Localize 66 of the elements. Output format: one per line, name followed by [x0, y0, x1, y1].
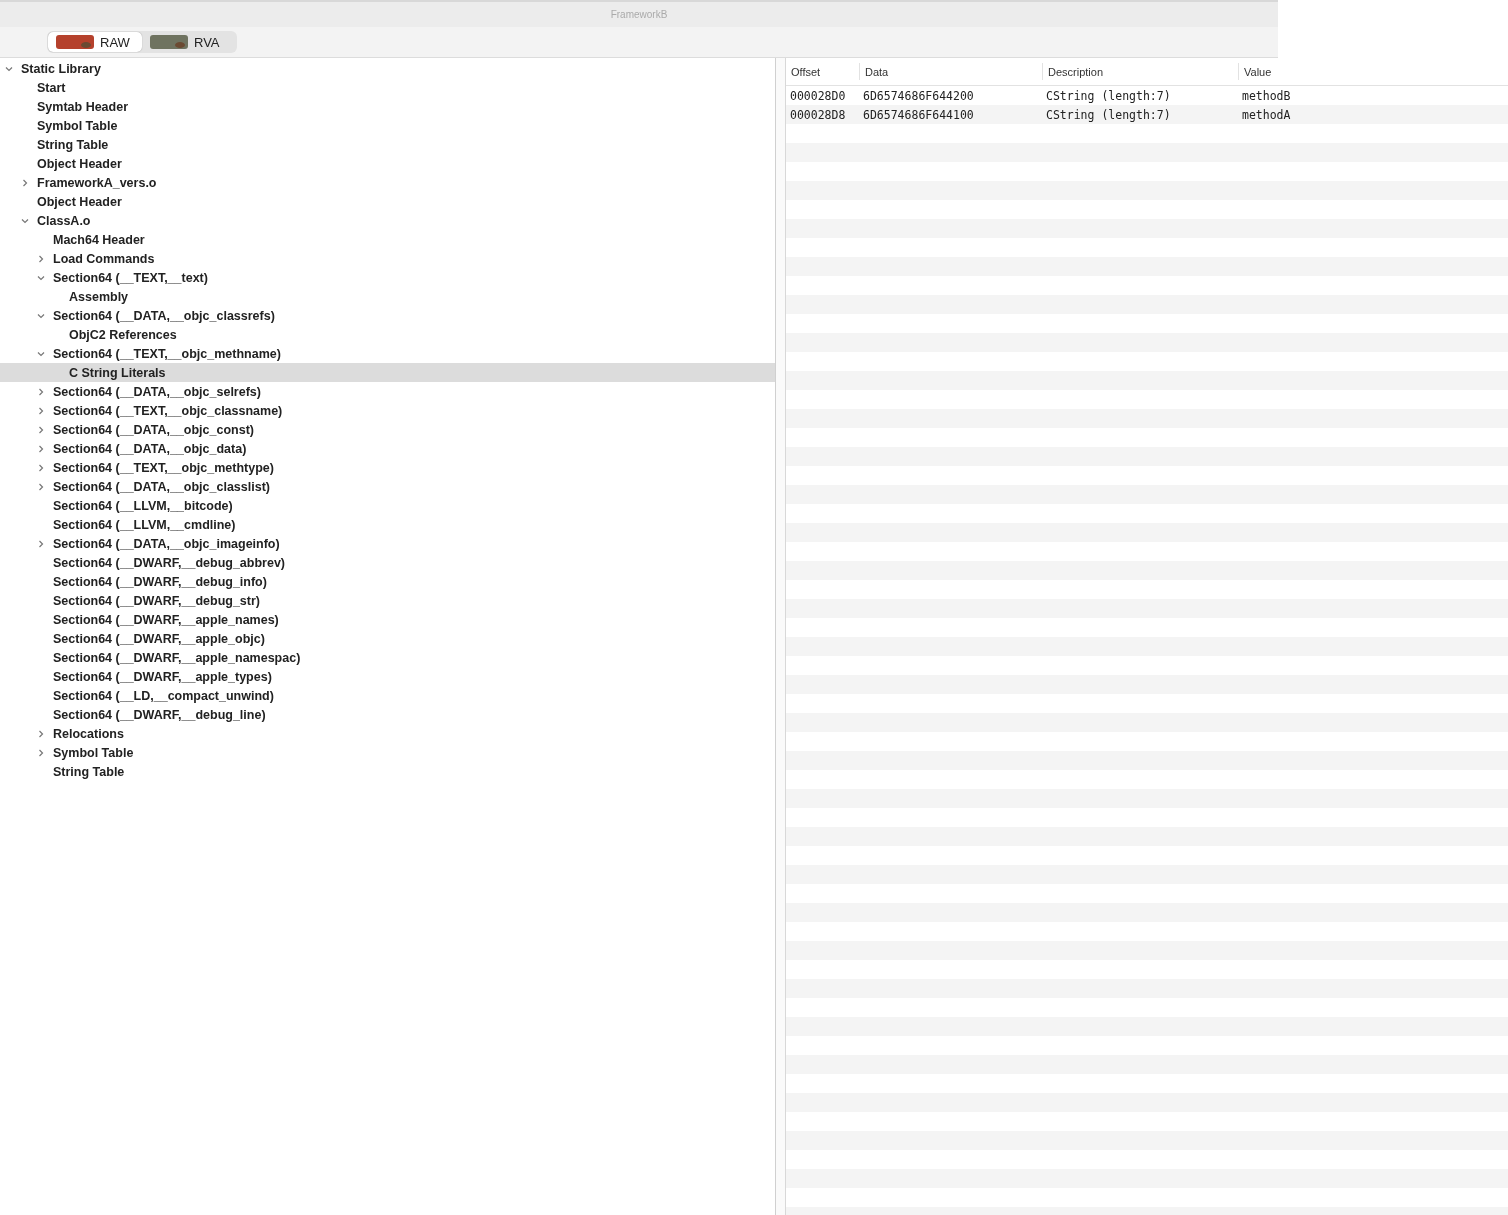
- segment-button[interactable]: RVA: [142, 32, 236, 52]
- tree-row[interactable]: Symtab Header: [0, 97, 775, 116]
- tree-row[interactable]: Section64 (__DWARF,__apple_objc): [0, 629, 775, 648]
- tree-row[interactable]: Section64 (__DWARF,__apple_types): [0, 667, 775, 686]
- tree-row[interactable]: Section64 (__DWARF,__debug_info): [0, 572, 775, 591]
- tree-row[interactable]: Section64 (__TEXT,__objc_methname): [0, 344, 775, 363]
- column-header[interactable]: Description: [1042, 63, 1238, 80]
- tree-row[interactable]: String Table: [0, 135, 775, 154]
- chevron-right-icon[interactable]: [36, 253, 46, 264]
- tree-row[interactable]: Section64 (__DATA,__objc_selrefs): [0, 382, 775, 401]
- segment-button[interactable]: RAW: [48, 32, 142, 52]
- chevron-right-icon[interactable]: [36, 747, 46, 758]
- tree-row[interactable]: FrameworkA_vers.o: [0, 173, 775, 192]
- tree-row[interactable]: Mach64 Header: [0, 230, 775, 249]
- chevron-right-icon[interactable]: [36, 728, 46, 739]
- tree-row[interactable]: Start: [0, 78, 775, 97]
- tree-row[interactable]: Assembly: [0, 287, 775, 306]
- tree-row[interactable]: Section64 (__LLVM,__cmdline): [0, 515, 775, 534]
- chevron-right-icon[interactable]: [36, 462, 46, 473]
- tree-row[interactable]: Section64 (__DWARF,__apple_namespac): [0, 648, 775, 667]
- table-cell-text: 000028D8: [789, 107, 847, 122]
- table-cell-text: CString (length:7): [1045, 88, 1172, 103]
- thumbnail-icon: [150, 35, 188, 49]
- tree-row[interactable]: Section64 (__TEXT,__objc_methtype): [0, 458, 775, 477]
- tree-row[interactable]: ObjC2 References: [0, 325, 775, 344]
- tree-row[interactable]: Section64 (__TEXT,__objc_classname): [0, 401, 775, 420]
- tree-row[interactable]: Object Header: [0, 192, 775, 211]
- chevron-right-icon[interactable]: [36, 443, 46, 454]
- tree-row[interactable]: Section64 (__DWARF,__debug_abbrev): [0, 553, 775, 572]
- thumbnail-icon: [56, 35, 94, 49]
- tree-row[interactable]: String Table: [0, 762, 775, 781]
- column-header[interactable]: Value: [1238, 63, 1508, 80]
- tree-row[interactable]: Section64 (__TEXT,__text): [0, 268, 775, 287]
- tree-row[interactable]: Section64 (__DATA,__objc_imageinfo): [0, 534, 775, 553]
- chevron-right-icon[interactable]: [36, 538, 46, 549]
- table-cell-text: 000028D0: [789, 88, 847, 103]
- tree-row[interactable]: Static Library: [0, 59, 775, 78]
- table-cell-text: 6D6574686F644200: [862, 88, 975, 103]
- chevron-right-icon[interactable]: [36, 424, 46, 435]
- tree-row[interactable]: ClassA.o: [0, 211, 775, 230]
- table-cell-text: 6D6574686F644100: [862, 107, 975, 122]
- window-title: FrameworkB: [610, 9, 668, 20]
- column-header[interactable]: Offset: [786, 63, 859, 80]
- tree-row[interactable]: Section64 (__DWARF,__debug_line): [0, 705, 775, 724]
- tree-row[interactable]: Section64 (__DATA,__objc_data): [0, 439, 775, 458]
- table-cell-text: methodA: [1241, 107, 1292, 122]
- tree-row[interactable]: Object Header: [0, 154, 775, 173]
- chevron-right-icon[interactable]: [36, 386, 46, 397]
- tree-row[interactable]: Load Commands: [0, 249, 775, 268]
- tree-row[interactable]: Section64 (__DWARF,__apple_names): [0, 610, 775, 629]
- tree-row[interactable]: Symbol Table: [0, 743, 775, 762]
- tree-row[interactable]: Section64 (__LLVM,__bitcode): [0, 496, 775, 515]
- tree-row[interactable]: Section64 (__LD,__compact_unwind): [0, 686, 775, 705]
- table-cell-text: methodB: [1241, 88, 1292, 103]
- tree-row[interactable]: Section64 (__DATA,__objc_const): [0, 420, 775, 439]
- tree-row[interactable]: Symbol Table: [0, 116, 775, 135]
- chevron-right-icon[interactable]: [36, 405, 46, 416]
- chevron-right-icon[interactable]: [36, 481, 46, 492]
- tree-row[interactable]: Section64 (__DATA,__objc_classlist): [0, 477, 775, 496]
- tree-row[interactable]: C String Literals: [0, 363, 775, 382]
- chevron-right-icon[interactable]: [20, 177, 30, 188]
- tree-row[interactable]: Section64 (__DWARF,__debug_str): [0, 591, 775, 610]
- table-cell-text: CString (length:7): [1045, 107, 1172, 122]
- column-header[interactable]: Data: [859, 63, 1042, 80]
- tree-row[interactable]: Relocations: [0, 724, 775, 743]
- tree-row[interactable]: Section64 (__DATA,__objc_classrefs): [0, 306, 775, 325]
